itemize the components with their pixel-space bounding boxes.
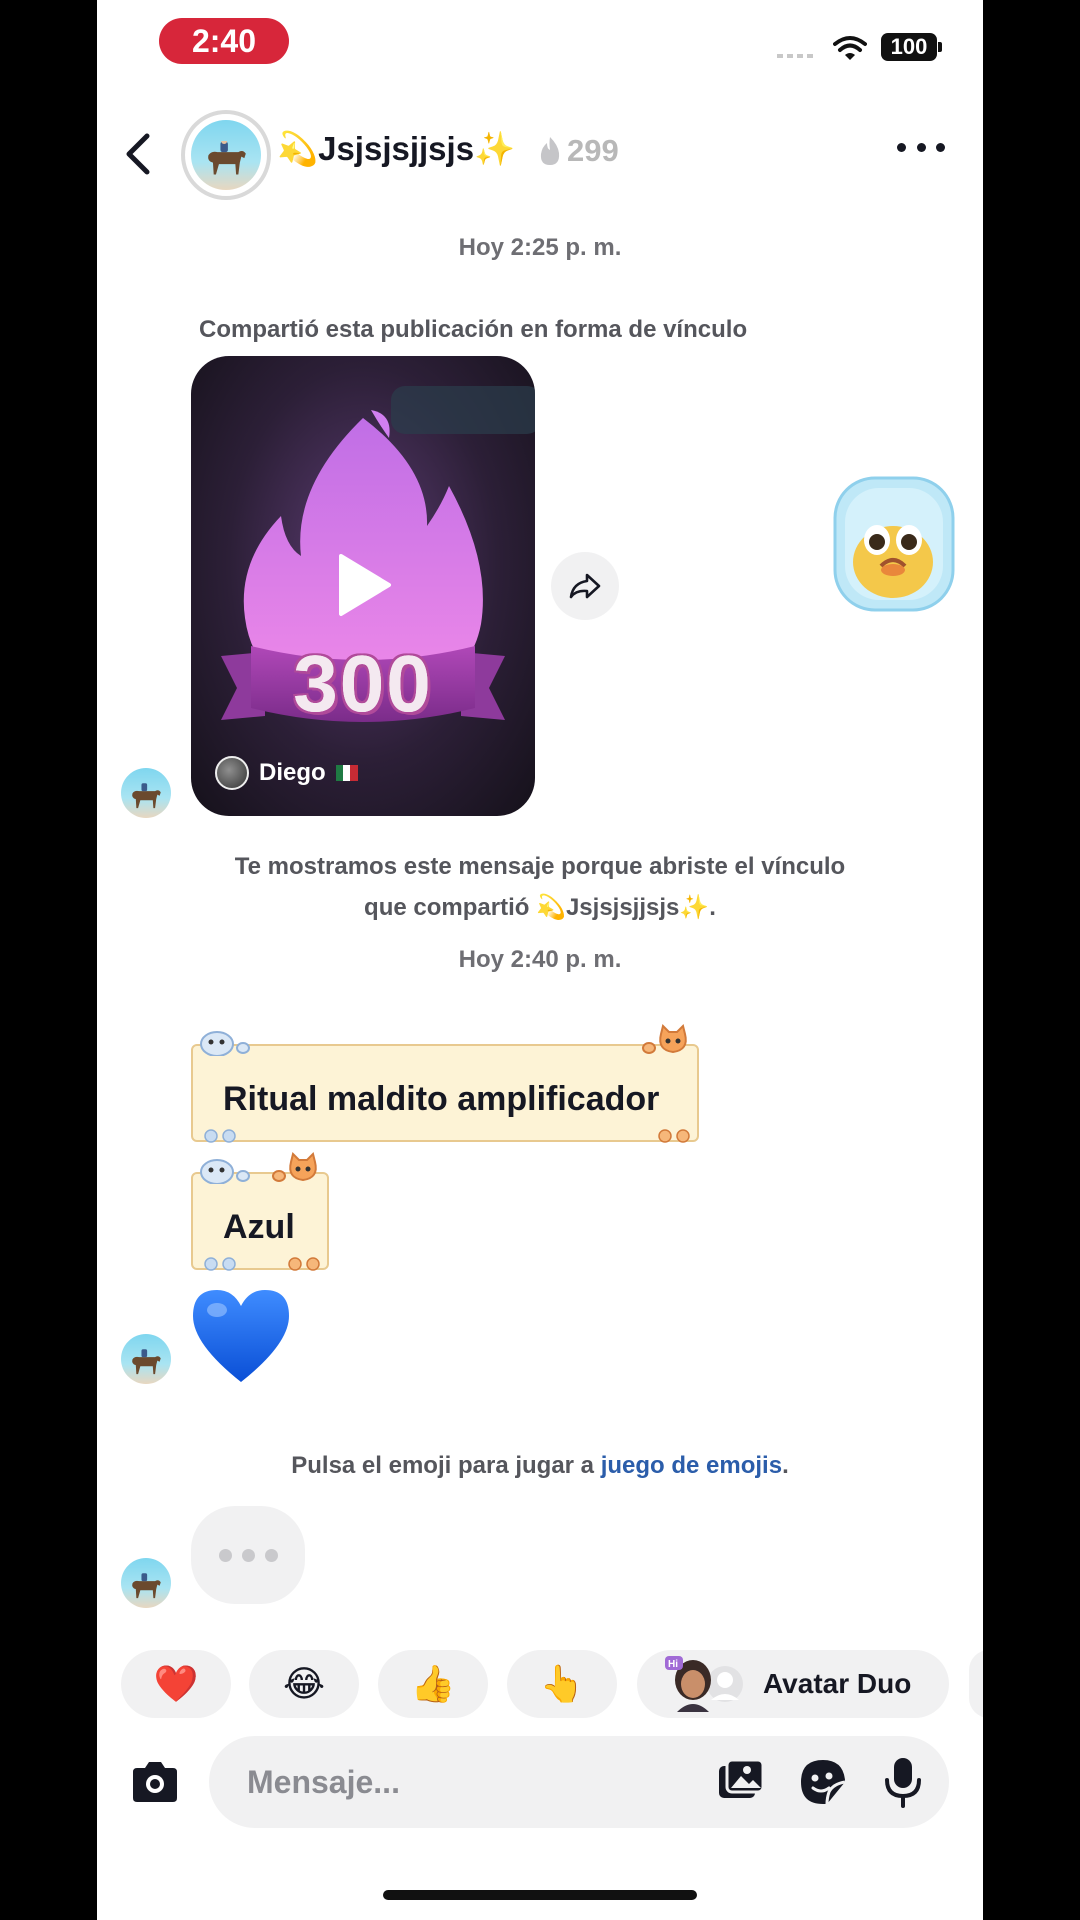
- more-options-button[interactable]: [897, 140, 945, 154]
- share-forward-button[interactable]: [551, 552, 619, 620]
- flame-icon: [540, 137, 560, 165]
- hi-badge-text: Hi: [668, 1659, 678, 1670]
- shared-link-label: Compartió esta publicación en forma de v…: [199, 316, 748, 343]
- contact-name[interactable]: 💫Jsjsjsjjsjs✨: [277, 130, 515, 169]
- contact-avatar-small[interactable]: [121, 768, 171, 818]
- microphone-icon[interactable]: [881, 1756, 925, 1808]
- forward-arrow-icon: [569, 573, 601, 599]
- dot-icon: [916, 142, 926, 152]
- typing-indicator: [191, 1506, 305, 1604]
- contact-avatar-small[interactable]: [121, 1558, 171, 1608]
- back-button[interactable]: [117, 124, 161, 184]
- timestamp: Hoy 2:25 p. m.: [458, 234, 622, 261]
- timestamp: Hoy 2:40 p. m.: [458, 946, 622, 973]
- cat-decoration-icon: [272, 1152, 317, 1182]
- quick-reply-laugh[interactable]: 😂: [249, 1650, 359, 1718]
- emoji-game-prefix: Pulsa el emoji para jugar a: [291, 1452, 601, 1479]
- link-note-line-1: Te mostramos este mensaje porque abriste…: [234, 853, 846, 880]
- avatar-duo-icon: Hi: [663, 1654, 753, 1714]
- gallery-icon[interactable]: [717, 1758, 765, 1806]
- message-bubble[interactable]: Ritual maldito amplificador: [191, 1024, 699, 1143]
- quick-reply-heart[interactable]: ❤️: [121, 1650, 231, 1718]
- status-time: 2:40: [159, 18, 289, 64]
- mexico-flag-icon: [335, 765, 358, 781]
- emoji-game-link[interactable]: juego de emojis: [601, 1452, 782, 1479]
- horse-rider-image: [207, 141, 246, 175]
- video-author[interactable]: Diego: [215, 756, 358, 790]
- wifi-icon: [833, 36, 867, 60]
- message-text: Azul: [223, 1208, 295, 1246]
- battery-icon: 100: [881, 33, 942, 61]
- message-text: Ritual maldito amplificador: [223, 1080, 660, 1118]
- video-author-name: Diego: [259, 759, 326, 786]
- ice-duck-sticker[interactable]: [829, 474, 959, 614]
- sticker-icon[interactable]: [799, 1758, 847, 1806]
- contact-avatar-small[interactable]: [121, 1334, 171, 1384]
- link-note: Te mostramos este mensaje porque abriste…: [97, 846, 983, 928]
- streak-counter[interactable]: 299: [537, 133, 619, 169]
- paw-decoration-icon: [658, 1129, 690, 1143]
- quick-reply-thumbs-up[interactable]: 👍: [378, 1650, 488, 1718]
- message-bubble[interactable]: Azul: [191, 1152, 329, 1271]
- message-input[interactable]: Mensaje...: [209, 1736, 949, 1828]
- dot-icon: [936, 142, 945, 152]
- message-placeholder: Mensaje...: [247, 1764, 400, 1800]
- streak-count: 299: [567, 133, 619, 168]
- link-note-line-2: que compartió 💫Jsjsjsjjsjs✨.: [364, 894, 716, 921]
- author-avatar: [215, 756, 249, 790]
- avatar-duo-button[interactable]: Hi Avatar Duo: [637, 1650, 949, 1718]
- video-badge-number: 300: [293, 639, 433, 728]
- dot-icon: [897, 142, 906, 152]
- camera-button[interactable]: [129, 1758, 181, 1806]
- emoji-game-suffix: .: [782, 1452, 789, 1479]
- cat-decoration-icon: [642, 1024, 687, 1054]
- play-icon[interactable]: [333, 552, 393, 618]
- paw-decoration-icon: [204, 1129, 236, 1143]
- shared-video-card[interactable]: 300 Diego: [191, 356, 535, 816]
- dog-decoration-icon: [200, 1159, 250, 1184]
- paw-decoration-icon: [288, 1257, 320, 1271]
- dog-decoration-icon: [200, 1031, 250, 1056]
- avatar-duo-label: Avatar Duo: [763, 1668, 912, 1699]
- chat-screen: 2:40 100 💫Jsjsjsjjsjs✨ 299 Hoy 2:25 p. m…: [97, 0, 983, 1920]
- home-indicator: [383, 1890, 697, 1900]
- cellular-signal-icon: [777, 54, 817, 58]
- contact-avatar[interactable]: [181, 110, 271, 200]
- quick-reply-point-up[interactable]: 👆: [507, 1650, 617, 1718]
- quick-reply-more[interactable]: [969, 1650, 983, 1718]
- emoji-game-note: Pulsa el emoji para jugar a juego de emo…: [97, 1452, 983, 1480]
- paw-decoration-icon: [204, 1257, 236, 1271]
- blue-heart-emoji[interactable]: [189, 1286, 293, 1386]
